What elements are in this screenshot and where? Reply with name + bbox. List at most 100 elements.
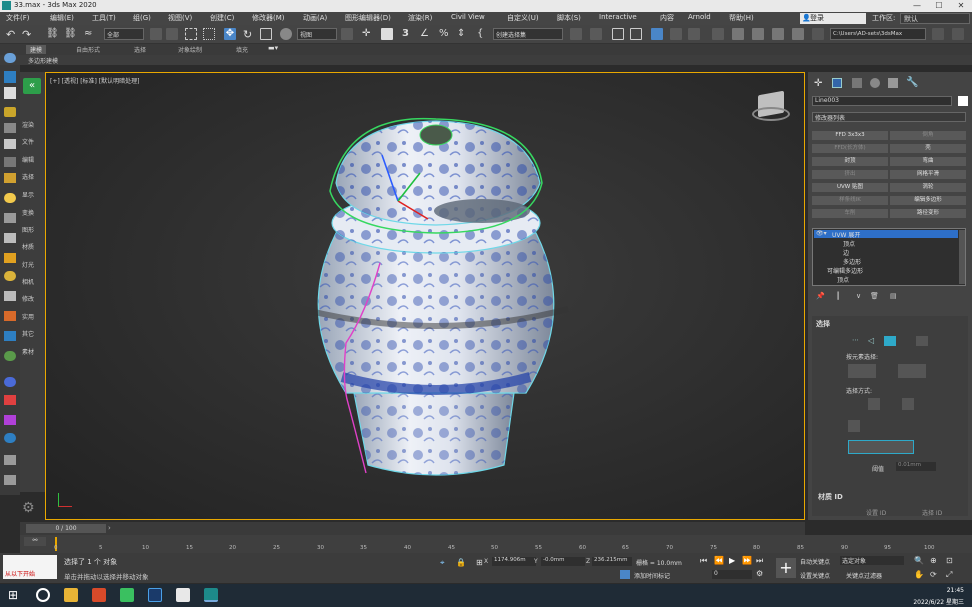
edge-mode-icon[interactable]: ◁ — [868, 336, 874, 345]
tool4-icon[interactable] — [4, 157, 16, 167]
schematic-view-icon[interactable] — [688, 28, 700, 40]
select-scale-icon[interactable] — [260, 28, 272, 40]
key-selected-dropdown[interactable]: 选定对象 — [840, 556, 904, 565]
tab-freeform[interactable]: 自由形式 — [76, 45, 100, 54]
curve-editor-icon[interactable] — [670, 28, 682, 40]
cmd-cameras[interactable]: 相机 — [22, 277, 34, 286]
named-selection-dropdown[interactable]: 创建选择集 — [493, 28, 563, 40]
current-frame-field[interactable]: 0 — [712, 570, 752, 579]
tool13-icon[interactable] — [4, 433, 16, 443]
play-icon[interactable]: ▶ — [729, 556, 735, 565]
toolbar-more-icon[interactable] — [952, 28, 964, 40]
mod-chamfer-button[interactable]: 倒角 — [890, 131, 966, 140]
pivot-center-icon[interactable] — [341, 28, 353, 40]
file-explorer-icon[interactable] — [64, 588, 78, 602]
menu-view[interactable]: 视图(V) — [168, 13, 192, 23]
tool9-icon[interactable] — [4, 351, 16, 361]
tab-modeling[interactable]: 建模 — [26, 45, 47, 54]
rollout-select-title[interactable]: 选择 — [816, 319, 830, 329]
cmd-lights[interactable]: 灯光 — [22, 260, 34, 269]
pan-icon[interactable]: ✋ — [914, 570, 924, 579]
zoom-icon[interactable]: 🔍 — [914, 556, 924, 565]
show-end-result-icon[interactable]: ┃ — [836, 292, 840, 300]
material-editor-icon[interactable] — [712, 28, 724, 40]
vertex-mode-icon[interactable]: ⋯ — [852, 336, 859, 344]
sun-icon[interactable] — [4, 253, 16, 263]
stack-item-edge[interactable]: 边 — [843, 248, 849, 257]
placement-icon[interactable] — [280, 28, 292, 40]
mod-ffdbox-button[interactable]: FFD(长方体) — [812, 144, 888, 153]
element-mode-icon[interactable] — [916, 336, 928, 346]
menu-modifiers[interactable]: 修改器(M) — [252, 13, 285, 23]
mod-pathdeform-button[interactable]: 路径变形 — [890, 209, 966, 218]
cmd-material[interactable]: 材质 — [22, 242, 34, 251]
undo-icon[interactable]: ↶ — [6, 28, 18, 41]
auto-key-button[interactable]: 自动关键点 — [800, 557, 830, 566]
search-icon[interactable] — [36, 588, 50, 602]
object-name-field[interactable]: Line003 — [812, 96, 952, 106]
goto-end-icon[interactable]: ⏭ — [756, 556, 763, 566]
mod-turbosmooth-button[interactable]: 涡轮 — [890, 183, 966, 192]
remove-modifier-icon[interactable]: 🗑 — [870, 292, 879, 300]
key-filters-button[interactable]: 关键点过滤器 — [846, 571, 882, 580]
prev-frame-icon[interactable]: ⏪ — [714, 556, 724, 565]
menu-customize[interactable]: 自定义(U) — [507, 13, 539, 23]
cmd-utilities[interactable]: 实用 — [22, 312, 34, 321]
tool3-icon[interactable] — [4, 139, 16, 149]
time-slider[interactable]: 0 / 100 › — [20, 522, 805, 535]
ribbon-toggle-icon[interactable] — [651, 28, 663, 40]
y-coord-field[interactable]: -0.0mm — [541, 557, 585, 566]
hierarchy-tab-icon[interactable] — [852, 78, 862, 88]
maximize-viewport-icon[interactable]: ⤢ — [946, 570, 952, 580]
sky-icon[interactable] — [4, 53, 16, 63]
tool6-icon[interactable] — [4, 233, 16, 243]
grow-shrink-group[interactable] — [848, 364, 876, 378]
menu-help[interactable]: 帮助(H) — [729, 13, 754, 23]
mod-meshsmooth-button[interactable]: 网格平滑 — [890, 170, 966, 179]
workspace-dropdown[interactable]: 默认 — [900, 13, 970, 24]
cmd-select[interactable]: 选择 — [22, 172, 34, 181]
cmd-edit[interactable]: 编辑 — [22, 155, 34, 164]
select-rotate-icon[interactable]: ↻ — [243, 28, 255, 41]
threshold-field[interactable]: 0.01mm — [896, 462, 936, 471]
windows-start-icon[interactable]: ⊞ — [8, 588, 22, 602]
render-production-icon[interactable] — [772, 28, 784, 40]
settings-gear-icon[interactable]: ⚙ — [22, 500, 35, 516]
select-method-c-icon[interactable] — [848, 420, 860, 432]
align-icon[interactable] — [590, 28, 602, 40]
mod-cap-button[interactable]: 封顶 — [812, 157, 888, 166]
lock-selection-icon[interactable]: 🔒 — [456, 558, 466, 567]
tool15-icon[interactable] — [4, 475, 16, 485]
mod-splineik-button[interactable]: 样条线IK — [812, 196, 888, 205]
select-move-icon[interactable]: ✥ — [224, 28, 236, 40]
track-bar[interactable]: ⚯ 0 5 10 15 20 25 30 35 40 45 50 55 60 6… — [20, 535, 972, 553]
rect-selection-icon[interactable] — [185, 28, 197, 40]
set-key-big-button[interactable]: + — [776, 558, 796, 578]
time-tag-icon[interactable] — [620, 570, 630, 579]
mod-shell-button[interactable]: 壳 — [890, 144, 966, 153]
object-color-swatch[interactable] — [958, 96, 968, 106]
isolate-icon[interactable]: ⌖ — [440, 558, 445, 568]
light-icon[interactable] — [4, 193, 16, 203]
menu-edit[interactable]: 编辑(E) — [50, 13, 74, 23]
snaps-toggle-icon[interactable]: 3 — [402, 28, 414, 40]
rendered-frame-icon[interactable] — [752, 28, 764, 40]
stack-item-polygon[interactable]: 多边形 — [843, 257, 861, 266]
teapot-icon[interactable] — [4, 107, 16, 117]
zoom-extents-icon[interactable]: ⊡ — [946, 556, 953, 565]
mod-ffd333-button[interactable]: FFD 3x3x3 — [812, 131, 888, 140]
stack-item-editable-poly[interactable]: 可编辑多边形 — [827, 266, 863, 275]
cmd-shapes[interactable]: 图形 — [22, 225, 34, 234]
cmd-render[interactable]: 渲染 — [22, 120, 34, 129]
menu-scripting[interactable]: 脚本(S) — [557, 13, 581, 23]
time-config-icon[interactable]: ⚙ — [756, 569, 763, 578]
tool12-icon[interactable] — [4, 415, 16, 425]
stack-scrollbar[interactable] — [959, 230, 965, 284]
ring-loop-group[interactable] — [898, 364, 926, 378]
app-green-icon[interactable] — [120, 588, 134, 602]
vase-model[interactable] — [46, 73, 805, 520]
mod-extrude-button[interactable]: 挤出 — [812, 170, 888, 179]
angle-snap-icon[interactable]: ∠ — [420, 28, 432, 40]
select-manipulate-icon[interactable]: ✛ — [362, 28, 374, 40]
mod-lathe-button[interactable]: 车削 — [812, 209, 888, 218]
